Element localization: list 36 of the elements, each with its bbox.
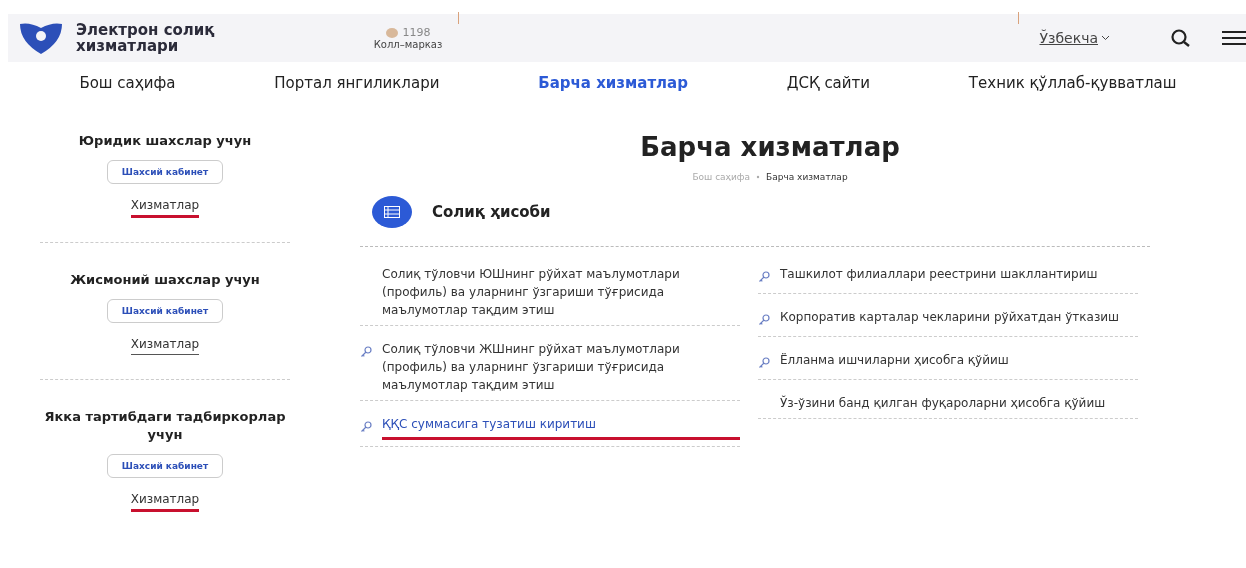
key-icon <box>360 346 372 358</box>
nav-link[interactable]: Техник қўллаб-қувватлаш <box>968 74 1177 92</box>
service-link[interactable]: Корпоратив карталар чекларини рўйхатдан ўтказиш <box>780 308 1138 326</box>
nav-link[interactable]: ДСҚ сайти <box>786 74 871 92</box>
key-icon <box>758 314 770 326</box>
menu-button[interactable] <box>1222 29 1246 47</box>
search-button[interactable] <box>1170 28 1192 48</box>
cabinet-button[interactable]: Шахсий кабинет <box>106 454 224 478</box>
section-title: Юридик шахслар учун <box>78 132 252 150</box>
key-icon <box>360 421 372 433</box>
nav-link[interactable]: Бош саҳифа <box>79 74 176 92</box>
list-icon <box>372 196 412 228</box>
service-link[interactable]: ҚҚС суммасига тузатиш киритиш <box>382 415 740 440</box>
key-icon <box>758 357 770 369</box>
section-heading: Солиқ ҳисоби <box>432 203 551 221</box>
cabinet-button[interactable]: Шахсий кабинет <box>106 160 224 184</box>
service-link[interactable]: Солиқ тўловчи ЮШнинг рўйхат маълумотлари (профиль) ва уларнинг ўзгариши тўғрисида маълумотлар тақдим этиш <box>382 265 740 319</box>
breadcrumb-link[interactable]: Барча хизматлар <box>766 172 848 182</box>
service-link[interactable]: Ўз-ўзини банд қилган фуқароларни ҳисобга қўйиш <box>780 394 1138 412</box>
page-title: Барча хизматлар <box>639 132 901 162</box>
cabinet-button[interactable]: Шахсий кабинет <box>106 299 224 323</box>
chevron-down-icon <box>1101 35 1110 41</box>
service-link[interactable]: Ташкилот филиаллари реестрини шакллантириш <box>780 265 1138 283</box>
section-title: Жисмоний шахслар учун <box>70 271 260 289</box>
nav-link[interactable]: Барча хизматлар <box>538 74 688 92</box>
brand-name: Электрон солиқ хизматлари <box>76 22 216 54</box>
service-link[interactable]: Ёлланма ишчиларни ҳисобга қўйиш <box>780 351 1138 369</box>
services-link[interactable]: Хизматлар <box>130 492 200 512</box>
service-link[interactable]: Солиқ тўловчи ЖШнинг рўйхат маълумотлари (профиль) ва уларнинг ўзгариши тўғрисида маълумотлар тақдим этиш <box>382 340 740 394</box>
nav-link[interactable]: Портал янгиликлари <box>274 74 440 92</box>
key-icon <box>758 271 770 283</box>
section-title: Якка тартибдаги тадбиркорлар учун <box>43 408 287 444</box>
services-link[interactable]: Хизматлар <box>130 198 200 218</box>
language-selector[interactable]: Ўзбекча <box>1039 30 1110 46</box>
call-center-label: Колл–марказ <box>373 39 443 50</box>
services-link[interactable]: Хизматлар <box>130 337 200 355</box>
